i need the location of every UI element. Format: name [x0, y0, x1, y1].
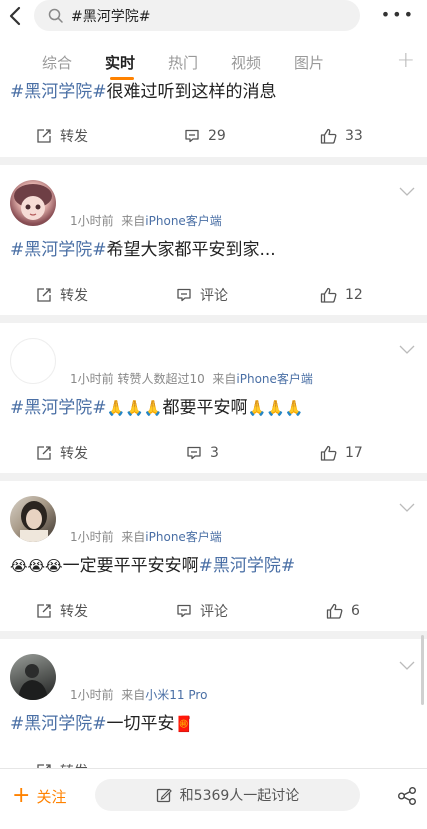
- post-card[interactable]: 1小时前 来自iPhone客户端 #黑河学院#希望大家都平安到家... 转发 评…: [0, 165, 427, 315]
- divider: [0, 473, 427, 481]
- post-text[interactable]: #黑河学院#很难过听到这样的消息: [10, 80, 277, 104]
- more-icon[interactable]: •••: [381, 5, 415, 24]
- plus-icon: +: [12, 783, 31, 808]
- thumbs-up-icon: [320, 445, 337, 461]
- post-text[interactable]: 😭😭😭一定要平平安安啊#黑河学院#: [10, 554, 295, 578]
- tab-all[interactable]: 综合: [42, 52, 72, 73]
- post-card[interactable]: 1小时前 来自小米11 Pro #黑河学院#一切平安🧧 转发: [0, 639, 427, 768]
- search-icon: [48, 8, 63, 23]
- post-actions: 转发 评论 12: [0, 275, 427, 315]
- top-bar: #黑河学院# •••: [0, 0, 427, 38]
- post-card[interactable]: 1小时前 转赞人数超过10 来自iPhone客户端 #黑河学院#🙏🙏🙏都要平安啊…: [0, 323, 427, 473]
- prayer-emoji: 🙏🙏🙏: [106, 399, 163, 417]
- divider: [0, 315, 427, 323]
- thumbs-up-icon: [320, 128, 337, 144]
- like-button[interactable]: 6: [326, 591, 360, 631]
- source-link[interactable]: iPhone客户端: [236, 372, 313, 386]
- post-meta: 1小时前 来自小米11 Pro: [70, 688, 208, 702]
- thumbs-up-icon: [326, 603, 343, 619]
- chevron-down-icon[interactable]: [399, 503, 415, 513]
- repost-button[interactable]: 转发: [36, 275, 88, 315]
- back-arrow-icon: [9, 6, 21, 26]
- like-button[interactable]: 12: [320, 275, 363, 315]
- comment-button[interactable]: 3: [186, 433, 219, 473]
- post-actions: 转发: [0, 751, 427, 768]
- comment-icon: [177, 604, 191, 618]
- divider: [0, 631, 427, 639]
- repost-button[interactable]: 转发: [36, 116, 88, 156]
- chevron-down-icon[interactable]: [399, 187, 415, 197]
- repost-button[interactable]: 转发: [36, 751, 88, 768]
- repost-icon: [37, 129, 51, 143]
- divider: [0, 157, 427, 165]
- hashtag-link[interactable]: #黑河学院#: [10, 82, 107, 102]
- post-actions: 转发 3 17: [0, 433, 427, 473]
- avatar[interactable]: [10, 338, 56, 384]
- post-meta: 1小时前 来自iPhone客户端: [70, 214, 222, 228]
- like-button[interactable]: 17: [320, 433, 363, 473]
- tab-realtime[interactable]: 实时: [105, 52, 135, 73]
- add-tab-icon[interactable]: +: [397, 48, 415, 73]
- repost-button[interactable]: 转发: [36, 433, 88, 473]
- post-actions: 转发 29 33: [0, 116, 427, 156]
- repost-icon: [37, 604, 51, 618]
- back-button[interactable]: [2, 3, 28, 29]
- repost-button[interactable]: 转发: [36, 591, 88, 631]
- chevron-down-icon[interactable]: [399, 661, 415, 671]
- hashtag-link[interactable]: #黑河学院#: [10, 240, 107, 260]
- source-link[interactable]: iPhone客户端: [145, 530, 222, 544]
- comment-button[interactable]: 评论: [176, 591, 228, 631]
- avatar[interactable]: [10, 180, 56, 226]
- post-actions: 转发 评论 6: [0, 591, 427, 631]
- tab-bar: 综合 实时 热门 视频 图片 +: [0, 42, 427, 80]
- repost-icon: [37, 446, 51, 460]
- prayer-emoji: 🙏🙏🙏: [247, 399, 304, 417]
- post-meta: 1小时前 来自iPhone客户端: [70, 530, 222, 544]
- discuss-button[interactable]: 和5369人一起讨论: [95, 779, 360, 811]
- source-link[interactable]: iPhone客户端: [145, 214, 222, 228]
- comment-icon: [177, 288, 191, 302]
- search-query: #黑河学院#: [71, 8, 151, 25]
- repost-icon: [37, 288, 51, 302]
- share-button[interactable]: [397, 786, 417, 810]
- anime-girl-avatar-icon: [14, 184, 52, 220]
- bottom-bar: + 关注 和5369人一起讨论: [0, 768, 427, 829]
- compose-icon: [156, 788, 172, 803]
- hashtag-link[interactable]: #黑河学院#: [10, 398, 107, 418]
- post-text[interactable]: #黑河学院#一切平安🧧: [10, 712, 193, 736]
- source-link[interactable]: 小米11 Pro: [145, 688, 207, 702]
- post-card[interactable]: 1小时前 来自iPhone客户端 😭😭😭一定要平平安安啊#黑河学院# 转发 评论…: [0, 481, 427, 631]
- tab-video[interactable]: 视频: [231, 52, 261, 73]
- comment-icon: [187, 446, 201, 460]
- crying-emoji: 😭😭😭: [10, 557, 63, 575]
- post-text[interactable]: #黑河学院#希望大家都平安到家...: [10, 238, 276, 262]
- scrollbar[interactable]: [421, 635, 424, 705]
- chevron-down-icon[interactable]: [399, 345, 415, 355]
- post-meta: 1小时前 转赞人数超过10 来自iPhone客户端: [70, 372, 313, 386]
- thumbs-up-icon: [320, 287, 337, 303]
- post-text[interactable]: #黑河学院#🙏🙏🙏都要平安啊🙏🙏🙏: [10, 396, 304, 420]
- follow-button[interactable]: + 关注: [12, 785, 66, 807]
- hashtag-link[interactable]: #黑河学院#: [10, 714, 107, 734]
- girl-photo-avatar-icon: [20, 501, 48, 542]
- tab-images[interactable]: 图片: [294, 52, 324, 73]
- avatar[interactable]: [10, 496, 56, 542]
- feed: #黑河学院#很难过听到这样的消息 转发 29 33 1小时前 来自iPhone客…: [0, 80, 427, 768]
- avatar[interactable]: [10, 654, 56, 700]
- comment-button[interactable]: 评论: [176, 275, 228, 315]
- red-envelope-emoji: 🧧: [174, 715, 194, 733]
- man-photo-avatar-icon: [18, 664, 48, 700]
- share-icon: [398, 787, 416, 805]
- comment-button[interactable]: 29: [184, 116, 226, 156]
- hashtag-link[interactable]: #黑河学院#: [199, 556, 296, 576]
- search-box[interactable]: #黑河学院#: [34, 0, 360, 31]
- like-button[interactable]: 33: [320, 116, 363, 156]
- tab-hot[interactable]: 热门: [168, 52, 198, 73]
- comment-icon: [185, 129, 199, 143]
